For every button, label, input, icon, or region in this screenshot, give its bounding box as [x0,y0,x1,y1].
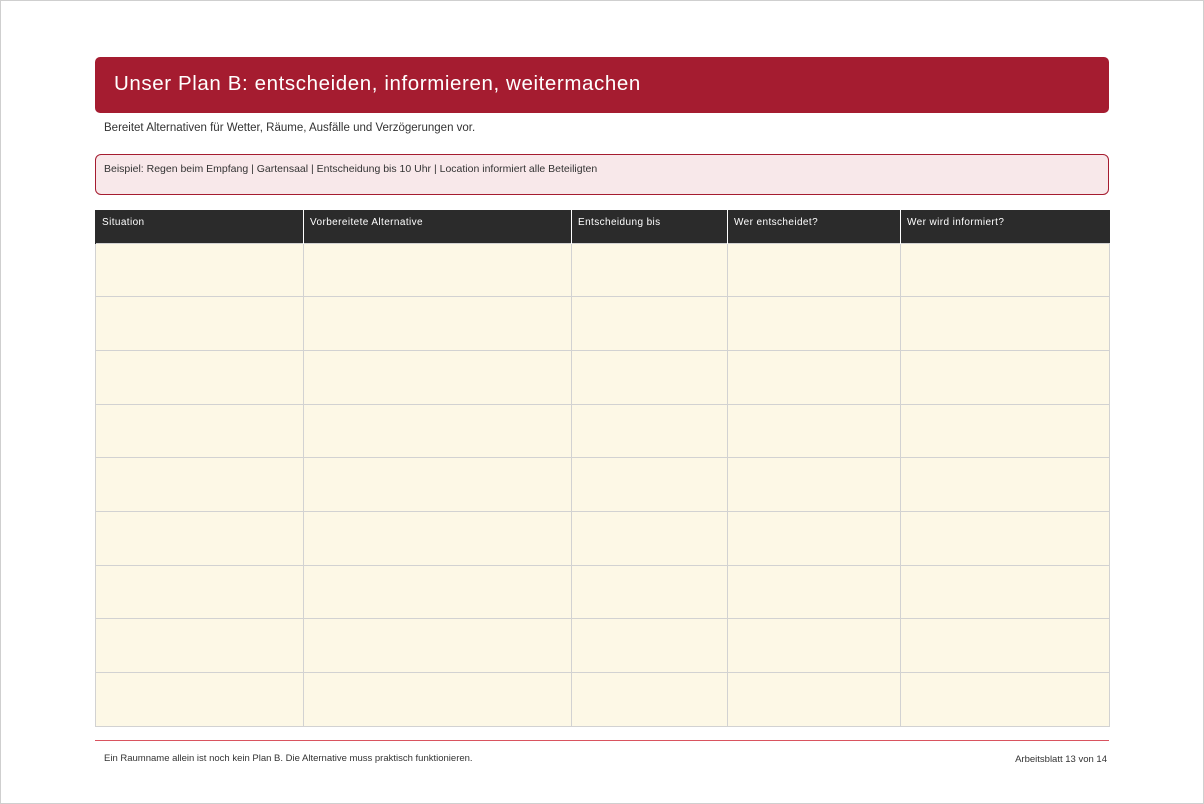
table-cell[interactable] [303,242,572,298]
table-cell[interactable] [303,672,572,727]
table-cell[interactable] [900,349,1110,405]
example-box: Beispiel: Regen beim Empfang | Gartensaa… [95,154,1109,195]
column-header-decider: Wer entscheidet? [727,210,901,243]
table-cell[interactable] [571,242,728,298]
table-cell[interactable] [95,242,304,298]
table-cell[interactable] [95,672,304,727]
table-row [95,349,1110,405]
page-title: Unser Plan B: entscheiden, informieren, … [114,72,641,95]
table-cell[interactable] [727,403,901,459]
table-cell[interactable] [95,618,304,673]
table-cell[interactable] [571,672,728,727]
table-cell[interactable] [303,349,572,405]
table-cell[interactable] [303,457,572,512]
table-cell[interactable] [900,510,1110,566]
table-cell[interactable] [727,242,901,298]
table-cell[interactable] [900,403,1110,459]
table-cell[interactable] [900,672,1110,727]
table-cell[interactable] [727,672,901,727]
table-cell[interactable] [95,510,304,566]
table-cell[interactable] [571,457,728,512]
table-row [95,564,1110,620]
table-cell[interactable] [571,403,728,459]
table-cell[interactable] [727,296,901,351]
column-header-alternative: Vorbereitete Alternative [303,210,572,243]
table-cell[interactable] [95,403,304,459]
table-body [95,242,1110,727]
table-cell[interactable] [95,349,304,405]
plan-b-table: Situation Vorbereitete Alternative Entsc… [95,210,1110,727]
table-cell[interactable] [727,457,901,512]
table-cell[interactable] [727,564,901,620]
table-row [95,296,1110,351]
example-text: Beispiel: Regen beim Empfang | Gartensaa… [104,163,598,175]
title-banner: Unser Plan B: entscheiden, informieren, … [95,57,1109,113]
table-cell[interactable] [900,618,1110,673]
table-cell[interactable] [900,564,1110,620]
page-subtitle: Bereitet Alternativen für Wetter, Räume,… [104,122,476,134]
table-row [95,457,1110,512]
footer-note: Ein Raumname allein ist noch kein Plan B… [104,753,473,764]
column-header-situation: Situation [95,210,304,243]
table-cell[interactable] [303,618,572,673]
table-cell[interactable] [900,296,1110,351]
table-cell[interactable] [95,296,304,351]
page-number: Arbeitsblatt 13 von 14 [1015,754,1107,765]
table-cell[interactable] [95,457,304,512]
footer-divider [95,740,1109,741]
table-cell[interactable] [900,457,1110,512]
table-cell[interactable] [900,242,1110,298]
table-row [95,510,1110,566]
table-header-row: Situation Vorbereitete Alternative Entsc… [95,210,1110,243]
table-cell[interactable] [727,349,901,405]
table-row [95,242,1110,298]
table-cell[interactable] [571,296,728,351]
table-row [95,403,1110,459]
table-row [95,618,1110,673]
table-cell[interactable] [571,618,728,673]
worksheet-page: Unser Plan B: entscheiden, informieren, … [0,0,1204,804]
table-cell[interactable] [303,296,572,351]
column-header-informed: Wer wird informiert? [900,210,1110,243]
table-cell[interactable] [571,510,728,566]
table-cell[interactable] [571,564,728,620]
table-cell[interactable] [303,403,572,459]
table-cell[interactable] [303,510,572,566]
table-row [95,672,1110,727]
table-cell[interactable] [727,618,901,673]
column-header-decision-deadline: Entscheidung bis [571,210,728,243]
table-cell[interactable] [303,564,572,620]
table-cell[interactable] [95,564,304,620]
table-cell[interactable] [727,510,901,566]
table-cell[interactable] [571,349,728,405]
